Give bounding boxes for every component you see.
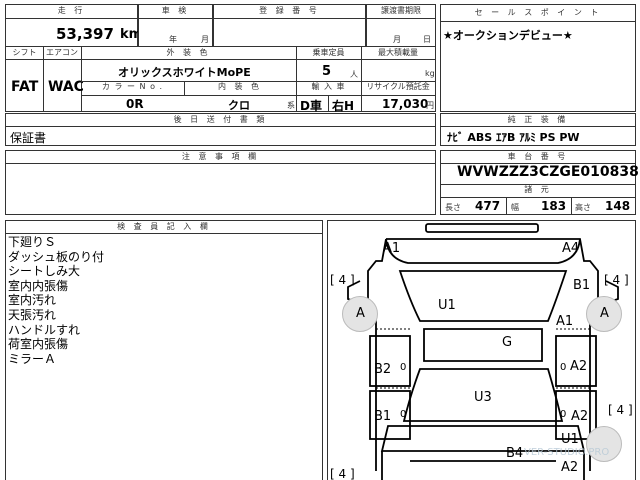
label-rear-bumper-left: B4 [506,446,524,461]
inspector-header: 検 査 員 記 入 欄 [117,222,211,231]
recycle-unit: 円 [426,101,434,110]
aircon-header: エアコン [46,48,78,57]
width-value: 183 [541,199,567,213]
recycle-header: リサイクル預託金 [366,82,430,91]
notes-header: 注 意 事 項 欄 [181,152,260,161]
interior-color-unit: 系 [287,101,295,110]
label-zero-2: 0 [400,409,407,420]
shift-value: FAT [11,79,39,95]
chassis-cell: 車 台 番 号 WVWZZZ3CZGE010838 諸 元 長さ 477 幅 1… [440,150,639,215]
interior-color-value: クロ [228,99,250,112]
width-label: 幅 [511,203,519,212]
inspector-note-item: ハンドルすれ [8,322,81,337]
sales-point-text: ★オークションデビュー★ [443,29,573,42]
inspector-note-item: シートしみ大 [8,264,81,279]
label-rear-glass-lower: U1 [561,432,579,447]
label-left-front-door: B2 [374,362,392,377]
exterior-color-value: オリックスホワイトMoPE [118,66,251,79]
label-rear-glass: U3 [474,390,492,405]
length-value: 477 [475,199,501,213]
max-load-header: 最大積載量 [378,48,418,57]
inspection-year: 年 [169,35,177,44]
mileage-header: 走 行 [57,6,86,15]
transfer-day: 日 [423,35,431,44]
equipment-value: ﾅﾋﾞ ABS ｴｱB ｱﾙﾐ PS PW [447,131,580,144]
inspection-header: 車 検 [161,6,190,15]
car-diagram: A1 A4 U1 G U3 B1 A1 A2 B2 B1 A2 U1 B4 A2… [327,220,636,480]
label-tire-rr: [ 4 ] [608,403,633,417]
label-windshield: U1 [438,298,456,313]
length-label: 長さ [445,203,461,212]
label-tire-fl: [ 4 ] [330,273,355,287]
inspector-note-item: 室内内張傷 [8,278,69,293]
mileage-value: 53,397 [56,25,114,43]
transfer-header: 譲渡書期限 [381,6,421,15]
label-right-front-fender: B1 [573,278,591,293]
inspector-note-item: 荷室内張傷 [8,337,69,352]
label-zero-1: 0 [400,362,407,373]
label-zero-3: 0 [560,362,567,373]
inspection-month: 月 [201,35,209,44]
sales-point-cell: セ ー ル ス ポ イ ン ト ★オークションデビュー★ [440,4,636,112]
max-load-unit: kg [425,69,435,78]
notes-cell: 注 意 事 項 欄 [5,150,436,215]
inspector-note-item: ミラーＡ [8,351,57,366]
d-car: D車 [300,99,322,113]
capacity-value: 5 [322,64,332,79]
label-zero-4: 0 [560,409,567,420]
transfer-month: 月 [393,35,401,44]
mileage-cell: 走 行 53,397 km [5,4,142,48]
registration-cell: 登 録 番 号 [213,4,366,48]
registration-header: 登 録 番 号 [259,6,320,15]
docs-cell: 後 日 送 付 書 類 保証書 [5,113,436,146]
label-right-rear-door: A2 [570,359,588,374]
inspector-notes-list: 下廻りＳ ダッシュ板のり付 シートしみ大 室内内張傷 室内汚れ 天張汚れ ハンドルすれ 荷室内… [8,235,104,366]
equipment-header: 純 正 装 備 [507,115,569,124]
interior-color-header: 内 装 色 [217,82,263,91]
watermark: VER-STUDIO.PRO [524,447,610,458]
label-wheel-right: A [600,306,609,321]
label-front-right: A4 [562,241,580,256]
equipment-cell: 純 正 装 備 ﾅﾋﾞ ABS ｴｱB ｱﾙﾐ PS PW [440,113,636,146]
label-tire-rl: [ 4 ] [330,467,355,480]
color-no-value: 0R [126,97,144,111]
chassis-value: WVWZZZ3CZGE010838 [457,164,639,180]
inspector-note-item: 下廻りＳ [8,235,57,249]
docs-header: 後 日 送 付 書 類 [173,115,268,124]
color-no-header: カ ラ ー N o . [101,82,164,91]
aircon-value: WAC [48,79,84,95]
docs-value: 保証書 [10,131,47,145]
inspector-cell: 検 査 員 記 入 欄 下廻りＳ ダッシュ板のり付 シートしみ大 室内内張傷 室内汚れ天… [5,220,323,480]
capacity-unit: 人 [350,70,358,79]
chassis-header: 車 台 番 号 [507,152,569,161]
inspection-cell: 車 検 年 月 [138,4,213,48]
inspector-note-item: 天張汚れ [8,307,57,322]
label-right-rear-qtr: A2 [571,409,589,424]
label-wheel-left: A [356,306,365,321]
exterior-color-header: 外 装 色 [166,48,211,57]
capacity-header: 乗車定員 [312,48,345,57]
label-roof: G [502,335,513,350]
label-tire-fr: [ 4 ] [604,273,629,287]
right-hand: 右H [332,99,355,113]
recycle-value: 17,030 [382,97,429,111]
transfer-cell: 譲渡書期限 月 日 [366,4,436,48]
height-value: 148 [605,199,631,213]
inspector-note-item: 室内汚れ [8,293,57,308]
inspector-note-item: ダッシュ板のり付 [8,249,105,264]
label-front-left: A1 [383,241,401,256]
label-left-rear-door: B1 [374,409,392,424]
dims-header: 諸 元 [524,185,552,194]
shift-header: シフト [12,48,37,57]
height-label: 高さ [575,203,591,212]
label-right-front-door: A1 [556,314,574,329]
label-rear-bumper-right: A2 [561,460,579,475]
sales-point-header: セ ー ル ス ポ イ ン ト [474,8,602,17]
vehicle-spec-grid: シフト エアコン 外 装 色 乗車定員 最大積載量 FAT WAC オリックスホ… [5,46,436,113]
import-header: 輸 入 車 [311,82,346,91]
